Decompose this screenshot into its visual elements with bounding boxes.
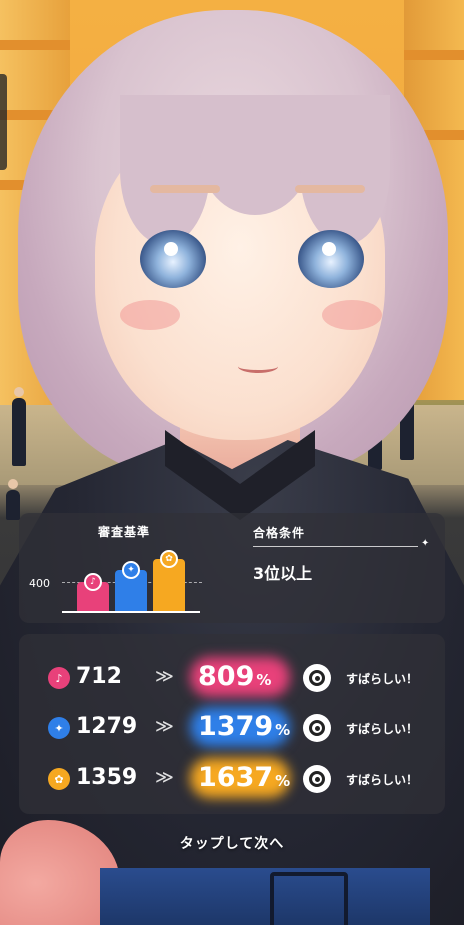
character-belt bbox=[100, 868, 430, 925]
criteria-axis-label: 400 bbox=[29, 577, 50, 590]
criteria-baseline bbox=[62, 611, 200, 613]
character-eye-right bbox=[298, 230, 364, 288]
double-circle-grade-icon bbox=[303, 714, 331, 742]
microphone-icon: ♪ bbox=[84, 573, 102, 591]
pass-condition-value: 3位以上 bbox=[253, 564, 313, 583]
belt-buckle bbox=[270, 872, 348, 925]
pass-condition-title: 合格条件 bbox=[253, 526, 306, 540]
verdict-text: すばらしい！ bbox=[346, 773, 419, 787]
criteria-bar-dance: ✦ bbox=[115, 561, 147, 611]
criteria-title: 審査基準 bbox=[97, 525, 150, 539]
double-circle-grade-icon bbox=[303, 664, 331, 692]
result-row-visual: ✿ 1359 ≫ 1637% すばらしい！ bbox=[0, 756, 464, 802]
chevron-right-icon: ≫ bbox=[155, 666, 174, 687]
criteria-bar-vocal: ♪ bbox=[77, 573, 109, 611]
result-row-vocal: ♪ 712 ≫ 809% すばらしい！ bbox=[0, 655, 464, 701]
chevron-right-icon: ≫ bbox=[155, 716, 174, 737]
percent-score: 1637% bbox=[198, 762, 291, 793]
percent-score: 1379% bbox=[198, 711, 291, 742]
tap-to-continue[interactable]: タップして次へ bbox=[0, 833, 464, 853]
sparkle-icon: ✦ bbox=[421, 538, 430, 549]
pass-condition-divider bbox=[253, 546, 418, 547]
background-student bbox=[12, 387, 26, 466]
verdict-text: すばらしい！ bbox=[346, 722, 419, 736]
character-mouth bbox=[238, 360, 278, 373]
side-handle[interactable] bbox=[0, 74, 7, 170]
criteria-bar-visual: ✿ bbox=[153, 550, 185, 611]
microphone-icon: ♪ bbox=[48, 667, 70, 689]
stat-value: 712 bbox=[76, 664, 122, 689]
stat-value: 1359 bbox=[76, 765, 138, 790]
dance-icon: ✦ bbox=[122, 561, 140, 579]
verdict-text: すばらしい！ bbox=[346, 672, 419, 686]
double-circle-grade-icon bbox=[303, 765, 331, 793]
percent-score: 809% bbox=[198, 661, 272, 692]
result-row-dance: ✦ 1279 ≫ 1379% すばらしい！ bbox=[0, 705, 464, 751]
chevron-right-icon: ≫ bbox=[155, 767, 174, 788]
background-student bbox=[6, 479, 20, 520]
visual-icon: ✿ bbox=[48, 768, 70, 790]
visual-icon: ✿ bbox=[160, 550, 178, 568]
character-eye-left bbox=[140, 230, 206, 288]
stat-value: 1279 bbox=[76, 714, 138, 739]
dance-icon: ✦ bbox=[48, 717, 70, 739]
